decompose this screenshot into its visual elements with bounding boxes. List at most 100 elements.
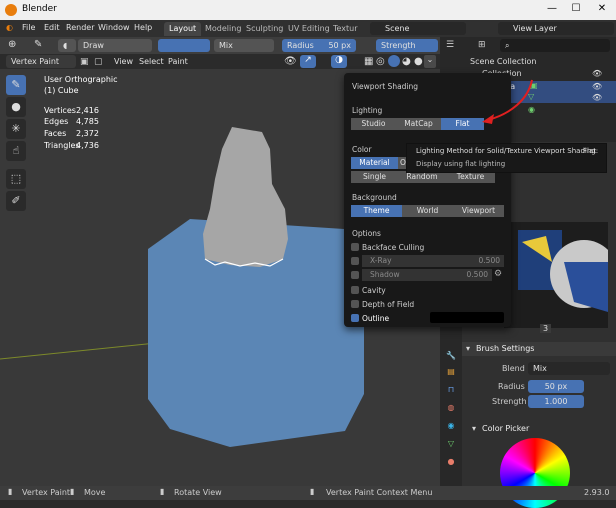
- lighting-label: Lighting: [352, 106, 383, 115]
- outliner-search-input[interactable]: ⌕: [500, 39, 610, 52]
- menu-window[interactable]: Window: [98, 23, 130, 32]
- menu-select[interactable]: Select: [139, 57, 164, 66]
- radius-value-field[interactable]: 50 px: [528, 380, 584, 393]
- stat-label: Edges: [44, 117, 69, 126]
- material-properties-icon[interactable]: ●: [445, 456, 457, 468]
- world-properties-icon[interactable]: ◉: [445, 420, 457, 432]
- mask-icon[interactable]: ▢: [94, 57, 103, 67]
- menu-render[interactable]: Render: [66, 23, 94, 32]
- tool-properties-icon[interactable]: 🔧: [445, 350, 457, 362]
- shadow-checkbox[interactable]: [351, 271, 359, 279]
- brush-preview-icon[interactable]: ◖: [58, 39, 76, 52]
- tab-modeling[interactable]: Modeling: [200, 22, 246, 36]
- maximize-button[interactable]: ☐: [564, 3, 588, 14]
- strength-value-field[interactable]: 1.000: [528, 395, 584, 408]
- shading-dropdown-chevron-icon[interactable]: ⌄: [424, 55, 436, 68]
- lighting-matcap-button[interactable]: MatCap: [396, 118, 441, 130]
- tab-uv-editing[interactable]: UV Editing: [283, 22, 335, 36]
- blend-dropdown[interactable]: Mix: [528, 362, 610, 375]
- tab-layout[interactable]: Layout: [164, 22, 202, 36]
- mode-dropdown[interactable]: Vertex Paint: [6, 55, 76, 68]
- visibility-toggle-icon[interactable]: 👁: [592, 69, 602, 78]
- scene-collection-label: Scene Collection: [470, 57, 537, 66]
- brush-icon[interactable]: ✎: [34, 39, 42, 50]
- editor-type-icon[interactable]: ⊕: [8, 39, 16, 50]
- render-properties-icon[interactable]: ▤: [445, 366, 457, 378]
- outliner-editor-icon[interactable]: ☰: [446, 40, 454, 50]
- visibility-icon[interactable]: 👁: [284, 56, 297, 67]
- brush-settings-header[interactable]: ▾ Brush Settings: [462, 342, 616, 356]
- draw-tool-button[interactable]: ✎: [6, 75, 26, 95]
- xray-icon[interactable]: ▦: [364, 56, 373, 67]
- radius-field[interactable]: Radius 50 px: [282, 39, 356, 52]
- outline-color-swatch[interactable]: [430, 312, 504, 323]
- box-select-tool-button[interactable]: ⬚: [6, 169, 26, 189]
- visibility-toggle-icon[interactable]: 👁: [592, 82, 602, 91]
- stat-value: 2,372: [76, 129, 99, 138]
- layer-icon[interactable]: ▣: [80, 57, 89, 67]
- blender-menu-icon[interactable]: ◐: [6, 23, 13, 32]
- view-layer-selector[interactable]: View Layer: [498, 22, 614, 35]
- xray-slider[interactable]: X-Ray 0.500: [362, 255, 504, 267]
- background-label: Background: [352, 193, 397, 202]
- color-single-button[interactable]: Single: [351, 171, 398, 183]
- cavity-checkbox[interactable]: [351, 286, 359, 294]
- menu-view[interactable]: View: [114, 57, 133, 66]
- average-tool-button[interactable]: ✳: [6, 119, 26, 139]
- wireframe-shading-icon[interactable]: ◎: [376, 56, 385, 67]
- depth-of-field-checkbox[interactable]: [351, 300, 359, 308]
- menu-edit[interactable]: Edit: [44, 23, 60, 32]
- strength-label: Strength: [492, 397, 527, 406]
- tab-texture[interactable]: Textur: [328, 22, 363, 36]
- visibility-toggle-icon[interactable]: 👁: [592, 93, 602, 102]
- menu-paint[interactable]: Paint: [168, 57, 188, 66]
- object-data-icon[interactable]: ▽: [445, 438, 457, 450]
- shadow-settings-gear-icon[interactable]: ⚙: [494, 269, 502, 279]
- outline-label: Outline: [362, 314, 390, 323]
- stat-value: 4,785: [76, 117, 99, 126]
- status-bar: ▮ Vertex Paint ▮ Move ▮ Rotate View ▮ Ve…: [0, 486, 616, 500]
- blender-logo-icon: [5, 4, 17, 16]
- background-theme-button[interactable]: Theme: [351, 205, 402, 217]
- menu-help[interactable]: Help: [134, 23, 152, 32]
- stat-label: Faces: [44, 129, 67, 138]
- search-icon: ⌕: [505, 41, 510, 50]
- brush-color-swatch[interactable]: [158, 39, 210, 52]
- color-picker-header[interactable]: ▾ Color Picker: [462, 422, 616, 436]
- material-shading-icon[interactable]: ◕: [402, 56, 411, 67]
- status-move-label: Move: [84, 488, 106, 497]
- outline-checkbox[interactable]: [351, 314, 359, 322]
- smear-tool-button[interactable]: ☝: [6, 141, 26, 161]
- shadow-slider[interactable]: Shadow 0.500: [362, 269, 492, 281]
- scene-properties-icon[interactable]: ◍: [445, 402, 457, 414]
- xray-checkbox[interactable]: [351, 257, 359, 265]
- output-properties-icon[interactable]: ⊓: [445, 384, 457, 396]
- annotation-arrow: [482, 79, 533, 124]
- minimize-button[interactable]: —: [540, 3, 564, 14]
- backface-culling-checkbox[interactable]: [351, 243, 359, 251]
- menu-file[interactable]: File: [22, 23, 35, 32]
- display-mode-icon[interactable]: ⊞: [478, 40, 486, 50]
- color-material-button[interactable]: Material: [351, 157, 398, 169]
- strength-field[interactable]: Strength: [376, 39, 438, 52]
- gizmo-icon[interactable]: ↗: [300, 55, 316, 68]
- scene-selector[interactable]: Scene: [370, 22, 466, 35]
- blend-mode-dropdown[interactable]: Mix: [214, 39, 274, 52]
- window-titlebar: Blender — ☐ ✕: [0, 0, 616, 20]
- tab-sculpting[interactable]: Sculpting: [241, 22, 288, 36]
- rendered-shading-icon[interactable]: ●: [414, 56, 423, 67]
- brush-name-field[interactable]: Draw: [78, 39, 152, 52]
- object-name: (1) Cube: [44, 86, 79, 95]
- annotate-tool-button[interactable]: ✐: [6, 191, 26, 211]
- hair-mesh: [203, 127, 288, 267]
- background-world-button[interactable]: World: [402, 205, 453, 217]
- top-menubar: ◐ File Edit Render Window Help Layout Mo…: [0, 20, 616, 37]
- blur-tool-button[interactable]: ●: [6, 97, 26, 117]
- background-viewport-button[interactable]: Viewport: [453, 205, 504, 217]
- lighting-studio-button[interactable]: Studio: [351, 118, 396, 130]
- close-button[interactable]: ✕: [590, 3, 614, 14]
- backface-culling-label: Backface Culling: [362, 243, 425, 252]
- solid-shading-icon[interactable]: [388, 55, 400, 67]
- version-label: 2.93.0: [584, 488, 610, 497]
- overlay-icon[interactable]: ◑: [331, 55, 347, 68]
